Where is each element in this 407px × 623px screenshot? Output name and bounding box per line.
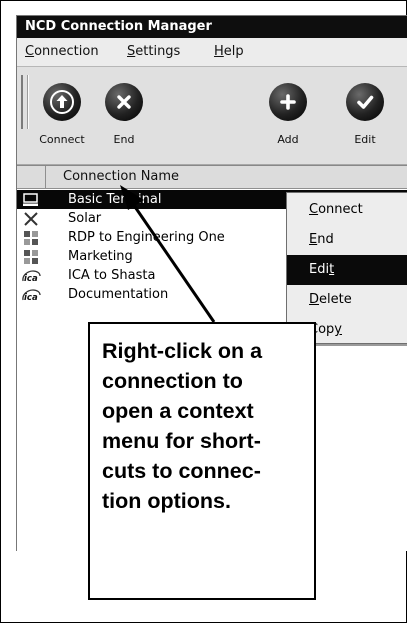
arrow-up-icon [43, 83, 81, 121]
context-menu-label: Edit [309, 262, 335, 277]
menu-help-mnemonic: H [214, 44, 224, 59]
menu-bar: Connection Settings Help [17, 38, 407, 67]
menu-connection[interactable]: Connection [25, 44, 99, 59]
list-header: Connection Name [17, 166, 407, 189]
end-button-label: End [113, 133, 135, 146]
context-menu-delete[interactable]: Delete [287, 285, 407, 315]
ica-icon: ica [20, 267, 42, 284]
edit-button-label: Edit [354, 133, 376, 146]
context-menu-label: End [309, 232, 334, 247]
add-button[interactable]: Add [258, 83, 318, 153]
list-row-label: Marketing [68, 249, 133, 264]
menu-help[interactable]: Help [214, 44, 244, 59]
rdp-icon [20, 248, 42, 265]
rdp-icon [20, 229, 42, 246]
toolbar-grip-line [27, 75, 28, 129]
list-row-label: Solar [68, 211, 102, 226]
menu-settings-label: ettings [135, 44, 181, 59]
connect-button[interactable]: Connect [32, 83, 92, 153]
connection-name-column-header[interactable]: Connection Name [63, 169, 179, 184]
context-menu-edit[interactable]: Edit [287, 255, 407, 285]
context-menu-connect[interactable]: Connect [287, 195, 407, 225]
list-row-label: RDP to Engineering One [68, 230, 225, 245]
svg-text:ica: ica [24, 274, 38, 283]
menu-settings[interactable]: Settings [127, 44, 180, 59]
window-title: NCD Connection Manager [17, 16, 407, 38]
context-menu-end[interactable]: End [287, 225, 407, 255]
callout-text: Right-click on a connection to open a co… [102, 339, 263, 513]
plus-icon [269, 83, 307, 121]
menu-help-label: elp [223, 44, 244, 59]
svg-text:ica: ica [24, 293, 38, 302]
list-row-label: ICA to Shasta [68, 268, 156, 283]
list-row-label: Documentation [68, 287, 169, 302]
annotation-callout: Right-click on a connection to open a co… [88, 322, 316, 600]
add-button-label: Add [277, 133, 299, 146]
x-window-icon [20, 210, 42, 227]
context-menu-label: Connect [309, 202, 363, 217]
toolbar: Connect End Add Edit [17, 67, 407, 165]
edit-button[interactable]: Edit [335, 83, 395, 153]
connect-button-label: Connect [39, 133, 85, 146]
check-icon [346, 83, 384, 121]
x-icon [105, 83, 143, 121]
menu-connection-mnemonic: C [25, 44, 35, 59]
menu-connection-label: onnection [34, 44, 99, 59]
context-menu-label: Delete [309, 292, 352, 307]
icon-column-header[interactable] [17, 166, 46, 188]
terminal-icon [20, 191, 42, 208]
end-button[interactable]: End [94, 83, 154, 153]
ica-icon: ica [20, 286, 42, 303]
list-row-label: Basic Terminal [68, 192, 162, 207]
